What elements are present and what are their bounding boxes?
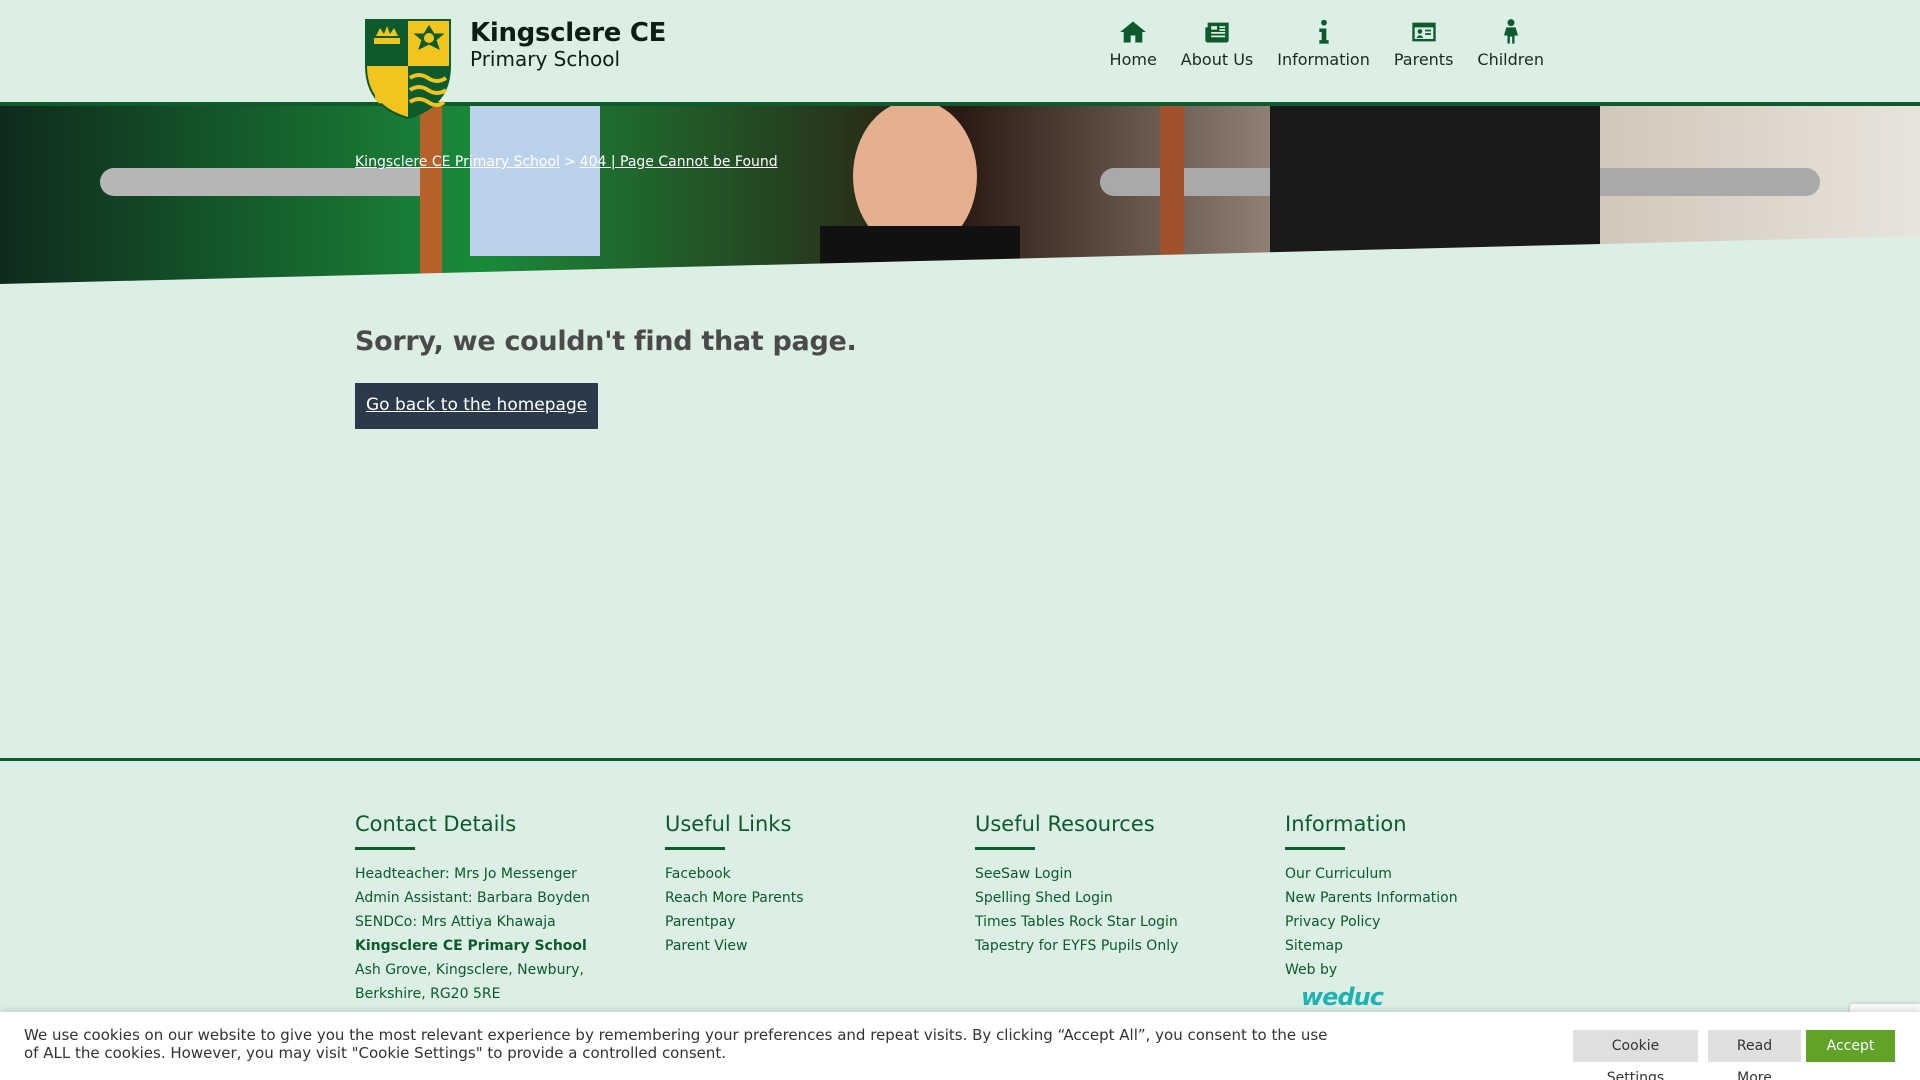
link-parentpay[interactable]: Parentpay: [665, 910, 965, 934]
link-facebook[interactable]: Facebook: [665, 862, 965, 886]
nav-home[interactable]: Home: [1098, 18, 1169, 70]
nav-children[interactable]: Children: [1465, 18, 1556, 70]
footer-contact-heading: Contact Details: [355, 812, 517, 836]
home-icon: [1120, 21, 1147, 43]
link-sitemap[interactable]: Sitemap: [1285, 934, 1585, 958]
link-parent-view[interactable]: Parent View: [665, 934, 965, 958]
footer-information-column: Information Our Curriculum New Parents I…: [1285, 811, 1585, 1012]
link-reach-more-parents[interactable]: Reach More Parents: [665, 886, 965, 910]
heading-underline: [665, 847, 725, 850]
page-title: Sorry, we couldn't find that page.: [355, 326, 857, 357]
main-nav: Home About Us Information Parents Childr…: [1098, 18, 1556, 70]
read-more-button[interactable]: Read More: [1708, 1030, 1801, 1080]
footer-information-heading: Information: [1285, 812, 1407, 836]
web-by-label: Web by: [1285, 962, 1338, 978]
cookie-banner: We use cookies on our website to give yo…: [0, 1012, 1920, 1080]
nav-information-label: Information: [1277, 50, 1370, 69]
school-name: Kingsclere CE: [470, 18, 667, 48]
breadcrumb-current-link[interactable]: 404 | Page Cannot be Found: [580, 154, 778, 170]
link-our-curriculum[interactable]: Our Curriculum: [1285, 862, 1585, 886]
accept-all-button[interactable]: Accept All: [1806, 1030, 1895, 1080]
child-icon: [1503, 19, 1518, 44]
contact-sendco: SENDCo: Mrs Attiya Khawaja: [355, 914, 556, 930]
contact-address-2: Berkshire, RG20 5RE: [355, 986, 501, 1002]
heading-underline: [975, 847, 1035, 850]
breadcrumb: Kingsclere CE Primary School >404 | Page …: [355, 154, 778, 170]
info-icon: [1318, 19, 1329, 44]
link-tapestry[interactable]: Tapestry for EYFS Pupils Only: [975, 934, 1275, 958]
nav-parents[interactable]: Parents: [1382, 18, 1466, 70]
link-spelling-shed-login[interactable]: Spelling Shed Login: [975, 886, 1275, 910]
school-crest[interactable]: [364, 18, 452, 120]
link-privacy-policy[interactable]: Privacy Policy: [1285, 910, 1585, 934]
hero-photo: [0, 106, 1920, 302]
nav-information[interactable]: Information: [1265, 18, 1382, 70]
nav-parents-label: Parents: [1393, 50, 1454, 69]
newspaper-icon: [1205, 22, 1229, 43]
cookie-message: We use cookies on our website to give yo…: [24, 1026, 1328, 1062]
nav-children-label: Children: [1477, 50, 1544, 69]
school-brand[interactable]: Kingsclere CE Primary School: [470, 18, 666, 70]
heading-underline: [1285, 847, 1345, 850]
footer-useful-links-heading: Useful Links: [665, 812, 792, 836]
weduc-logo[interactable]: weduc: [1301, 982, 1585, 1012]
link-ttrs-login[interactable]: Times Tables Rock Star Login: [975, 910, 1275, 934]
link-new-parents-info[interactable]: New Parents Information: [1285, 886, 1585, 910]
contact-headteacher: Headteacher: Mrs Jo Messenger: [355, 866, 577, 882]
homepage-button[interactable]: Go back to the homepage: [355, 383, 599, 429]
footer-useful-resources-heading: Useful Resources: [975, 812, 1155, 836]
main-content: Sorry, we couldn't find that page. Go ba…: [355, 326, 857, 429]
contact-admin: Admin Assistant: Barbara Boyden: [355, 890, 591, 906]
link-seesaw-login[interactable]: SeeSaw Login: [975, 862, 1275, 886]
footer-useful-links-column: Useful Links Facebook Reach More Parents…: [665, 811, 965, 958]
contact-address-1: Ash Grove, Kingsclere, Newbury,: [355, 962, 584, 978]
site-header: Kingsclere CE Primary School Home About …: [0, 0, 1920, 106]
footer-contact-column: Contact Details Headteacher: Mrs Jo Mess…: [355, 811, 655, 1006]
nav-about-us[interactable]: About Us: [1169, 18, 1265, 70]
contact-school-name: Kingsclere CE Primary School: [355, 938, 587, 954]
school-crest-icon: [365, 19, 451, 120]
cookie-settings-button[interactable]: Cookie Settings: [1573, 1030, 1698, 1080]
school-subtitle: Primary School: [470, 47, 621, 71]
heading-underline: [355, 847, 415, 850]
breadcrumb-separator: >: [563, 154, 576, 170]
footer-useful-resources-column: Useful Resources SeeSaw Login Spelling S…: [975, 811, 1275, 958]
hero-banner: [0, 106, 1920, 302]
nav-home-label: Home: [1109, 50, 1157, 69]
breadcrumb-home-link[interactable]: Kingsclere CE Primary School: [355, 154, 560, 170]
nav-about-us-label: About Us: [1180, 50, 1254, 69]
id-card-icon: [1411, 22, 1436, 42]
